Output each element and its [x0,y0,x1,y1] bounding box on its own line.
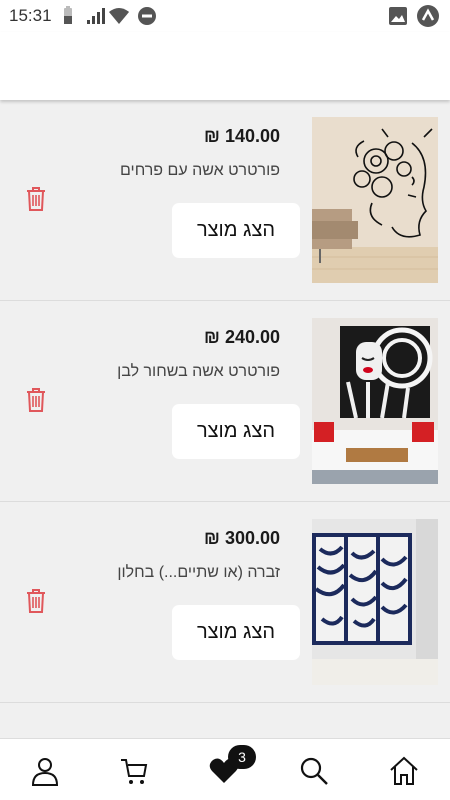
do-not-disturb-icon [138,7,156,25]
app-header [0,32,450,100]
trash-icon[interactable] [25,387,47,413]
bottom-nav [0,738,450,800]
item-title[interactable]: פורטרט אשה בשחור לבן [117,363,280,381]
item-title[interactable]: זברה (או שתיים...) בחלון [117,564,280,582]
item-title[interactable]: פורטרט אשה עם פרחים [120,162,280,180]
person-icon[interactable] [29,755,61,787]
battery-icon [64,6,72,24]
product-image[interactable] [312,117,438,283]
list-item: ₪ 240.00 פורטרט אשה בשחור לבן הצג מוצר [0,301,450,502]
app-notification-icon [417,5,439,27]
view-product-button[interactable]: הצג מוצר [172,203,300,258]
search-icon[interactable] [298,755,330,787]
favorites-list: ₪ 140.00 פורטרט אשה עם פרחים הצג מוצר ₪ … [0,100,450,738]
signal-icon [87,8,105,24]
home-icon[interactable] [388,755,420,787]
item-price: ₪ 140.00 [204,126,280,146]
item-price: ₪ 240.00 [204,327,280,347]
list-item: ₪ 300.00 זברה (או שתיים...) בחלון הצג מו… [0,502,450,703]
favorites-count-badge: 3 [228,745,256,769]
status-bar: 15:31 [0,0,450,32]
product-image[interactable] [312,519,438,685]
cart-icon[interactable] [118,755,150,787]
product-image[interactable] [312,318,438,484]
status-time: 15:31 [9,6,52,25]
view-product-button[interactable]: הצג מוצר [172,404,300,459]
image-icon [389,7,407,25]
item-price: ₪ 300.00 [204,528,280,548]
wifi-icon [109,8,129,24]
list-item: ₪ 140.00 פורטרט אשה עם פרחים הצג מוצר [0,100,450,301]
trash-icon[interactable] [25,186,47,212]
trash-icon[interactable] [25,588,47,614]
view-product-button[interactable]: הצג מוצר [172,605,300,660]
